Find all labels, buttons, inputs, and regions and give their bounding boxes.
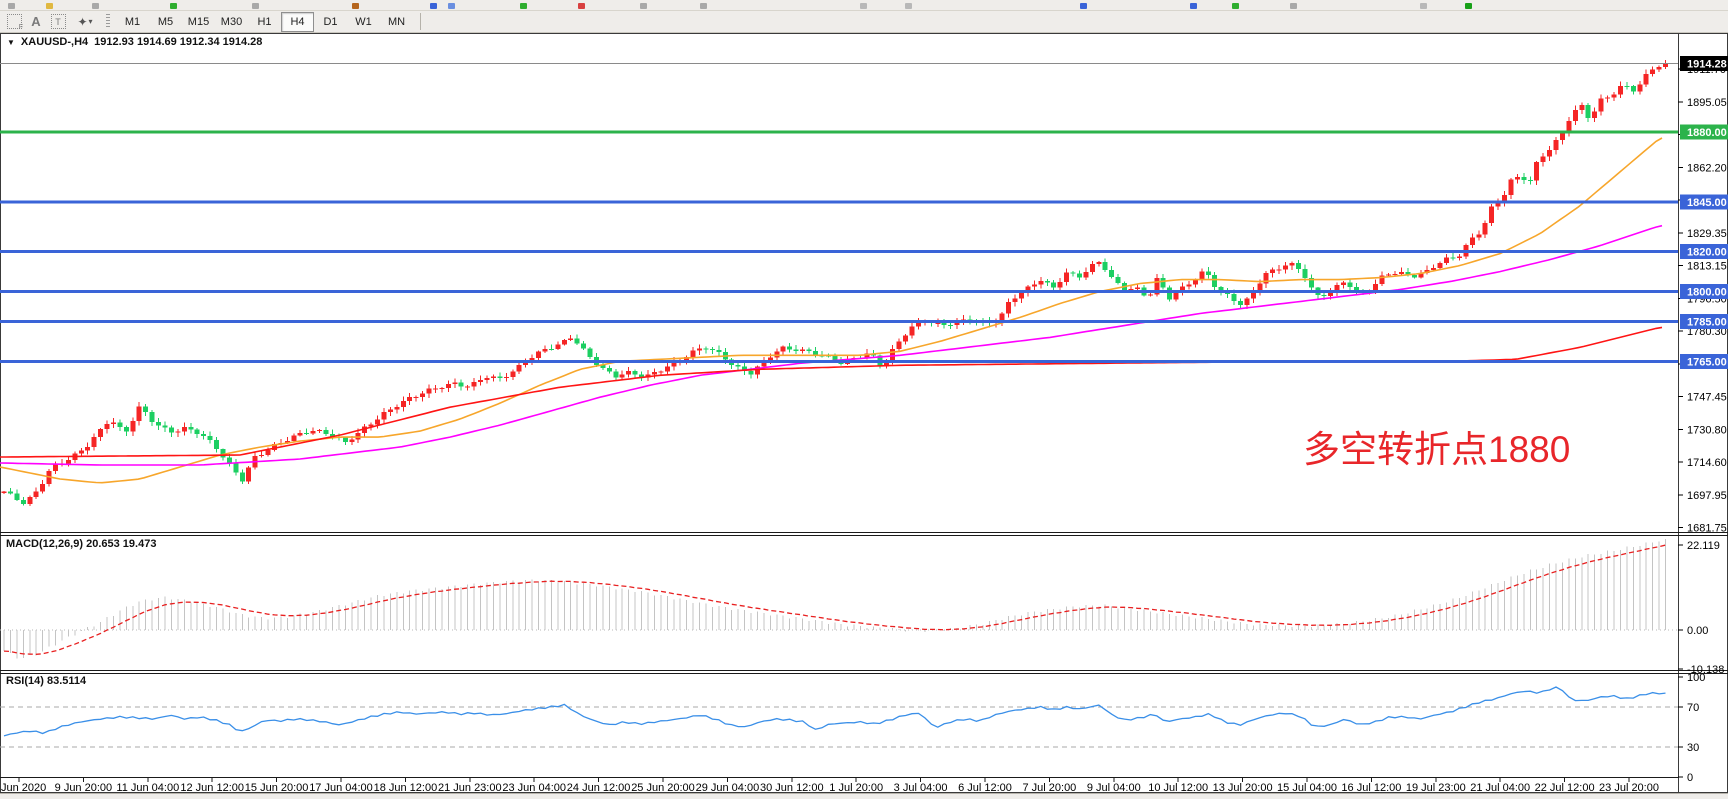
price-level-badge-label: 1800.00 xyxy=(1687,287,1727,299)
rsi-axis-label: 30 xyxy=(1687,742,1699,754)
clipped-toolbar-icon[interactable] xyxy=(8,3,15,9)
price-level-badge-label: 1845.00 xyxy=(1687,197,1727,209)
macd-axis-label: 0.00 xyxy=(1687,625,1708,637)
clipped-toolbar-icon[interactable] xyxy=(92,3,99,9)
shapes-icon[interactable]: ✦ ▾ xyxy=(70,13,100,31)
price-level-badge-label: 1765.00 xyxy=(1687,356,1727,368)
time-label: 21 Jun 23:00 xyxy=(438,782,502,793)
price-level-badge-label: 1880.00 xyxy=(1687,127,1727,139)
price-tick-label: 1895.05 xyxy=(1687,97,1727,109)
time-label: 21 Jul 04:00 xyxy=(1470,782,1530,793)
price-tick-label: 1747.45 xyxy=(1687,391,1727,403)
time-label: 29 Jun 04:00 xyxy=(696,782,760,793)
time-label: 25 Jun 20:00 xyxy=(631,782,695,793)
macd-label: MACD(12,26,9) 20.653 19.473 xyxy=(6,538,156,550)
rsi-label: RSI(14) 83.5114 xyxy=(6,675,86,687)
time-label: 10 Jul 12:00 xyxy=(1148,782,1208,793)
price-tick-label: 1829.35 xyxy=(1687,228,1727,240)
time-label: 17 Jun 04:00 xyxy=(309,782,373,793)
time-label: 23 Jul 20:00 xyxy=(1599,782,1659,793)
price-level-badge-label: 1914.28 xyxy=(1687,59,1727,71)
time-label: 13 Jul 20:00 xyxy=(1213,782,1273,793)
toolbar-grip[interactable] xyxy=(106,14,110,29)
timeframe-button-d1[interactable]: D1 xyxy=(314,12,347,32)
time-label: 16 Jul 12:00 xyxy=(1341,782,1401,793)
macd-axis-label: 22.119 xyxy=(1687,540,1720,552)
price-level-badge-label: 1785.00 xyxy=(1687,316,1727,328)
timeframe-button-w1[interactable]: W1 xyxy=(347,12,380,32)
time-label: 30 Jun 12:00 xyxy=(760,782,824,793)
chart-annotation-text: 多空转折点1880 xyxy=(1303,431,1570,468)
time-label: 9 Jun 20:00 xyxy=(55,782,113,793)
clipped-toolbar-icon[interactable] xyxy=(352,3,359,9)
time-label: 19 Jul 23:00 xyxy=(1406,782,1466,793)
symbol-ohlc-line: ▼ XAUUSD-,H4 1912.93 1914.69 1912.34 191… xyxy=(7,36,262,48)
time-label: 15 Jul 04:00 xyxy=(1277,782,1337,793)
timeframe-button-mn[interactable]: MN xyxy=(380,12,413,32)
timeframe-button-h4[interactable]: H4 xyxy=(281,12,314,32)
timeframe-button-h1[interactable]: H1 xyxy=(248,12,281,32)
time-label: 12 Jun 12:00 xyxy=(180,782,244,793)
dropdown-caret-icon[interactable]: ▾ xyxy=(89,17,93,26)
time-label: 11 Jun 04:00 xyxy=(116,782,179,793)
clipped-toolbar-icon[interactable] xyxy=(578,3,585,9)
clipped-toolbar-icon[interactable] xyxy=(252,3,259,9)
toolbar-row1-clipped xyxy=(0,0,1728,11)
symbol-name: XAUUSD-,H4 xyxy=(21,36,88,48)
price-tick-label: 1697.95 xyxy=(1687,490,1727,502)
rsi-axis-label: 0 xyxy=(1687,772,1693,784)
price-tick-label: 1714.60 xyxy=(1687,457,1727,469)
clipped-toolbar-icon[interactable] xyxy=(448,3,455,9)
time-label: 6 Jul 12:00 xyxy=(958,782,1012,793)
time-label: 9 Jul 04:00 xyxy=(1087,782,1141,793)
timeframe-button-m15[interactable]: M15 xyxy=(182,12,215,32)
clipped-toolbar-icon[interactable] xyxy=(1080,3,1087,9)
clipped-toolbar-icon[interactable] xyxy=(430,3,437,9)
clipped-toolbar-icon[interactable] xyxy=(1232,3,1239,9)
clipped-toolbar-icon[interactable] xyxy=(170,3,177,9)
clipped-toolbar-icon[interactable] xyxy=(46,3,53,9)
toolbar: F A T ✦ ▾ M1M5M15M30H1H4D1W1MN xyxy=(0,11,1728,33)
symbol-dropdown-icon[interactable]: ▼ xyxy=(7,38,15,47)
timeframe-button-m5[interactable]: M5 xyxy=(149,12,182,32)
time-label: 7 Jul 20:00 xyxy=(1022,782,1076,793)
time-label: 3 Jul 04:00 xyxy=(894,782,948,793)
time-label: 1 Jul 20:00 xyxy=(829,782,883,793)
clipped-toolbar-icon[interactable] xyxy=(1420,3,1427,9)
timeframe-button-m1[interactable]: M1 xyxy=(116,12,149,32)
clipped-toolbar-icon[interactable] xyxy=(905,3,912,9)
time-label: 18 Jun 12:00 xyxy=(374,782,438,793)
timeframe-button-m30[interactable]: M30 xyxy=(215,12,248,32)
price-tick-label: 1813.15 xyxy=(1687,260,1727,272)
clipped-toolbar-icon[interactable] xyxy=(1290,3,1297,9)
chart-canvas[interactable]: 1911.701895.051878.851862.201846.001829.… xyxy=(0,33,1728,793)
status-bar xyxy=(0,793,1728,799)
clipped-toolbar-icon[interactable] xyxy=(520,3,527,9)
price-tick-label: 1730.80 xyxy=(1687,425,1727,437)
time-label: 22 Jul 12:00 xyxy=(1535,782,1595,793)
grid-f-icon[interactable]: F xyxy=(4,13,24,31)
time-label: 8 Jun 2020 xyxy=(0,782,46,793)
time-label: 15 Jun 20:00 xyxy=(245,782,309,793)
clipped-toolbar-icon[interactable] xyxy=(640,3,647,9)
time-label: 23 Jun 04:00 xyxy=(502,782,566,793)
toolbar-separator xyxy=(420,13,421,30)
text-box-icon[interactable]: T xyxy=(48,13,68,31)
rsi-axis-label: 100 xyxy=(1687,672,1705,684)
clipped-toolbar-icon[interactable] xyxy=(860,3,867,9)
clipped-toolbar-icon[interactable] xyxy=(1190,3,1197,9)
clipped-toolbar-icon[interactable] xyxy=(700,3,707,9)
text-a-icon[interactable]: A xyxy=(26,13,46,31)
chart-window[interactable]: ▼ XAUUSD-,H4 1912.93 1914.69 1912.34 191… xyxy=(0,33,1728,793)
price-level-badge-label: 1820.00 xyxy=(1687,247,1727,259)
price-tick-label: 1862.20 xyxy=(1687,162,1727,174)
rsi-axis-label: 70 xyxy=(1687,702,1699,714)
clipped-toolbar-icon[interactable] xyxy=(1465,3,1472,9)
ohlc-values: 1912.93 1914.69 1912.34 1914.28 xyxy=(94,36,262,48)
time-label: 24 Jun 12:00 xyxy=(567,782,631,793)
